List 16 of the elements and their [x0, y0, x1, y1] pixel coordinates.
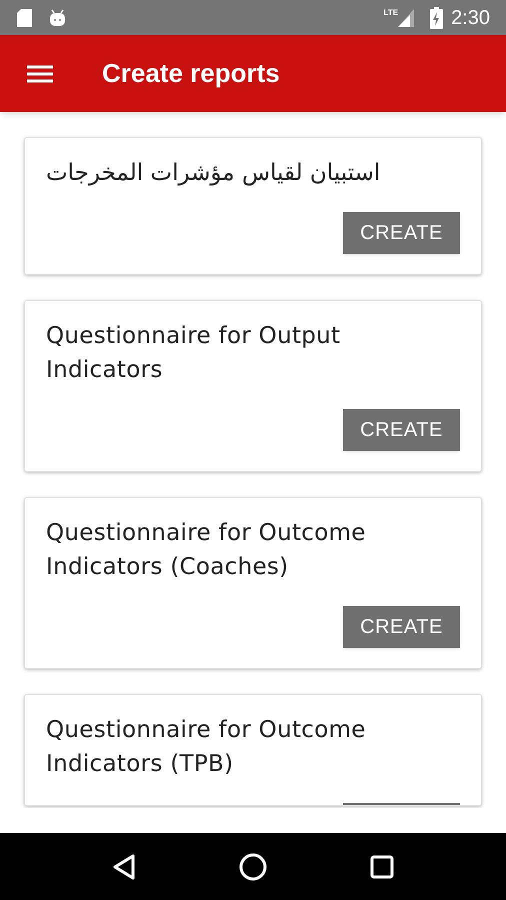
recents-icon[interactable]: [370, 854, 394, 878]
report-title: Questionnaire for Output Indicators: [46, 322, 342, 385]
screen-title: Create reports: [102, 57, 280, 90]
status-time: 2:30: [451, 6, 490, 30]
create-button[interactable]: CREATE: [343, 409, 460, 451]
home-icon[interactable]: [238, 852, 267, 880]
report-title: استبيان لقياس مؤشرات المخرجات: [46, 159, 380, 188]
create-button[interactable]: CREATE: [343, 606, 460, 648]
back-icon[interactable]: [112, 854, 136, 880]
sd-card-icon: [16, 8, 33, 28]
report-title: Questionnaire for Outcome Indicators (TPB): [46, 716, 367, 779]
android-icon: [49, 8, 66, 26]
create-button[interactable]: CREATE: [343, 212, 460, 254]
report-title: Questionnaire for Outcome Indicators (Coaches): [46, 519, 367, 582]
battery-charging-icon: [430, 6, 444, 28]
menu-icon: [26, 64, 54, 84]
